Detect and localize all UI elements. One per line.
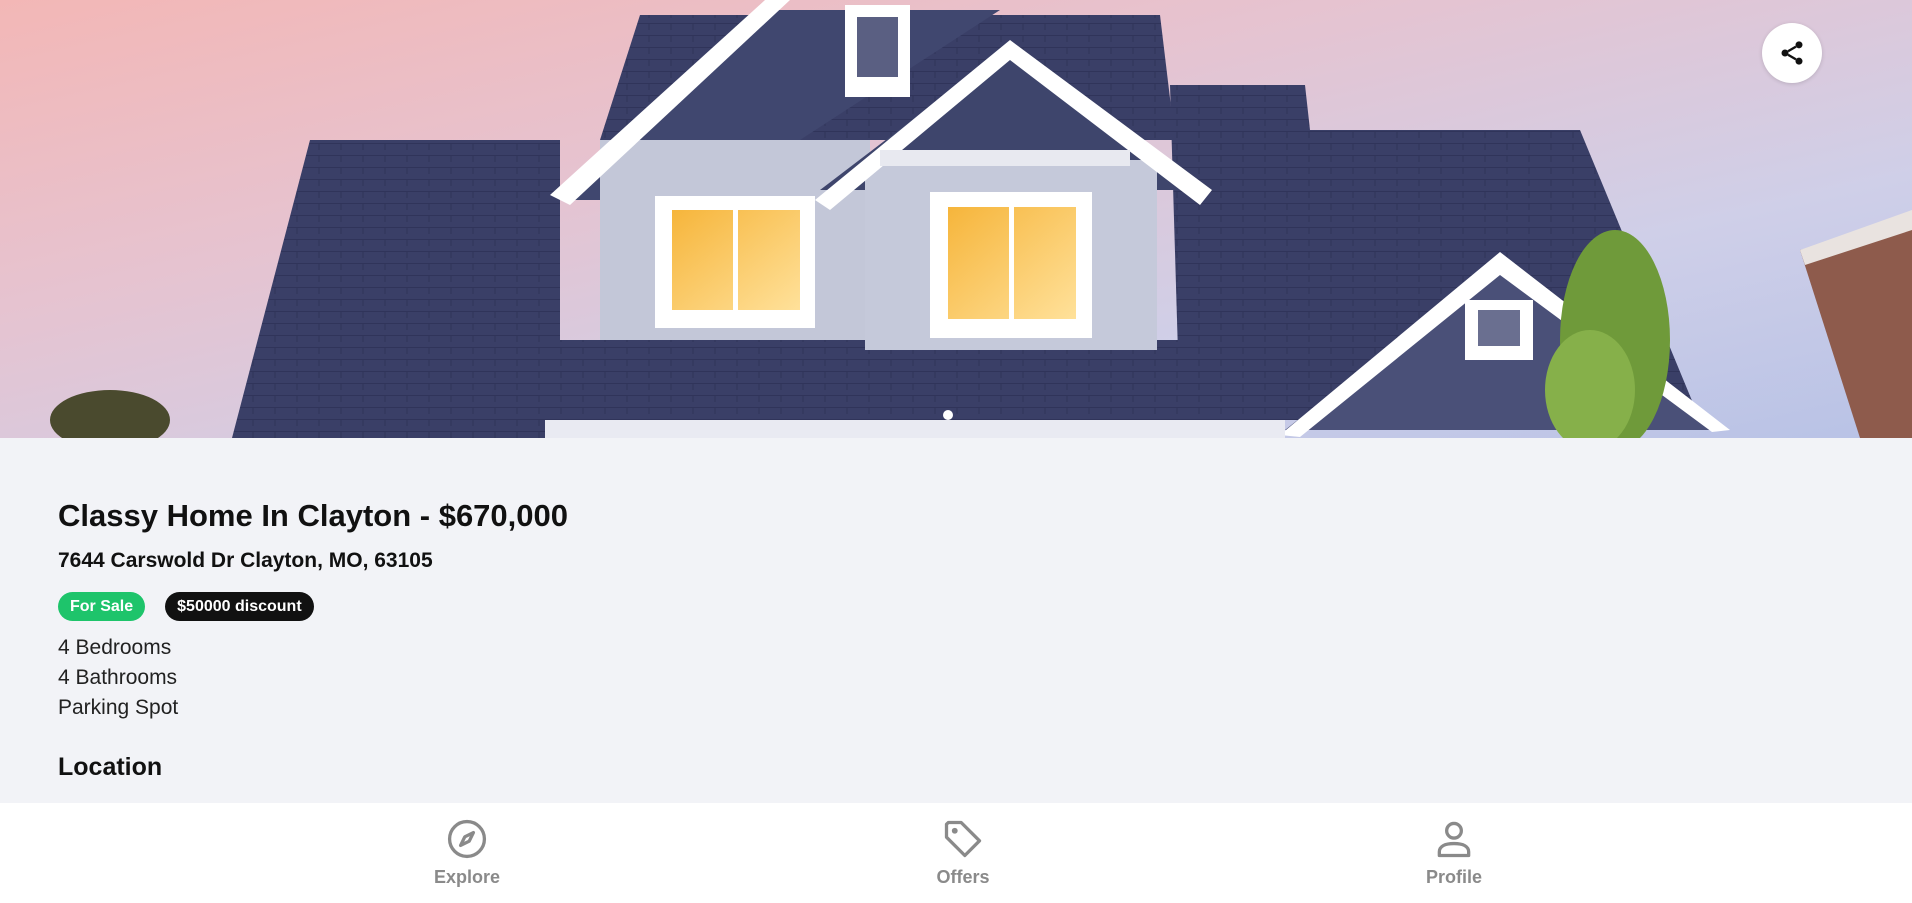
nav-item-explore[interactable]: Explore [387,817,547,888]
location-heading: Location [58,753,163,781]
bottom-nav: Explore Offers Profile [0,803,1912,903]
feature-list: 4 Bedrooms 4 Bathrooms Parking Spot [58,633,1854,723]
share-button[interactable] [1762,23,1822,83]
person-icon [1437,821,1471,858]
nav-item-profile[interactable]: Profile [1374,817,1534,888]
nav-item-offers[interactable]: Offers [883,817,1043,888]
badge-row: For Sale $50000 discount [58,592,1854,621]
feature-parking: Parking Spot [58,696,179,719]
carousel-dot[interactable] [943,410,953,420]
nav-label-explore: Explore [433,867,501,887]
compass-icon [447,819,487,859]
house-photo [0,0,1912,438]
tag-icon [944,820,982,858]
hero-image [0,0,1912,438]
listing-address: 7644 Carswold Dr Clayton, MO, 63105 [58,549,433,572]
nav-label-offers: Offers [936,867,990,887]
listing-title: Classy Home In Clayton - $670,000 [58,498,569,533]
nav-label-profile: Profile [1425,867,1482,887]
feature-bathrooms: 4 Bathrooms [58,666,178,689]
discount-badge: $50000 discount [165,592,314,621]
share-icon [1781,41,1803,65]
feature-bedrooms: 4 Bedrooms [58,636,172,659]
listing-details: Classy Home In Clayton - $670,000 7644 C… [58,490,1854,783]
status-badge: For Sale [58,592,146,621]
